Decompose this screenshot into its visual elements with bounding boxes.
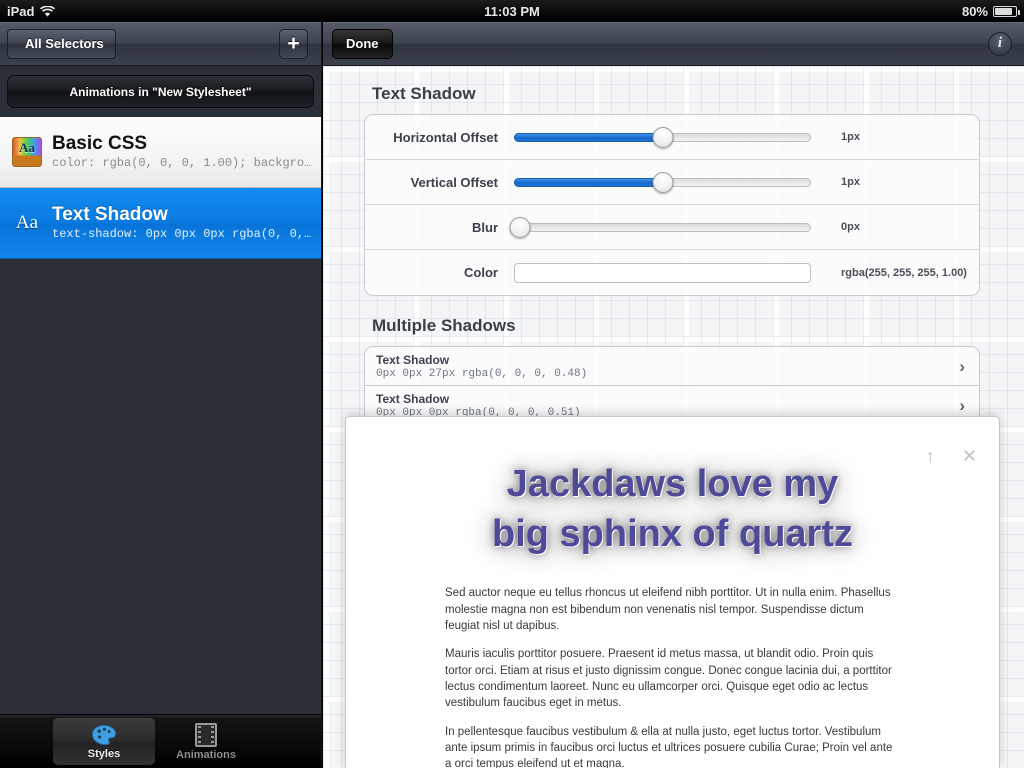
preview-heading-line-1: Jackdaws love my [506,463,839,505]
vertical-offset-row: Vertical Offset 1px [365,160,979,205]
left-navigation-bar: All Selectors + [0,22,322,66]
preview-paragraph: Mauris iaculis porttitor posuere. Praese… [445,648,892,710]
horizontal-offset-label: Horizontal Offset [393,129,498,145]
preview-paragraph: Sed auctor neque eu tellus rhoncus ut el… [445,587,891,632]
slider-track [514,222,811,232]
color-label: Color [464,265,498,280]
serif-aa-icon: Aa [12,208,42,238]
horizontal-offset-row: Horizontal Offset 1px [365,115,979,160]
sidebar-item-text-shadow[interactable]: Aa Text Shadow text-shadow: 0px 0px 0px … [0,188,321,259]
shadow-list-item-title: Text Shadow [376,352,450,367]
sidebar-item-subtitle: color: rgba(0, 0, 0, 1.00); backgro… [52,156,312,171]
shadow-list-item-title: Text Shadow [376,392,450,406]
shadow-list-item[interactable]: Text Shadow 0px 0px 27px rgba(0, 0, 0, 0… [365,347,979,386]
multiple-shadows-panel: Text Shadow 0px 0px 27px rgba(0, 0, 0, 0… [364,346,980,426]
sidebar-item-text: Basic CSS color: rgba(0, 0, 0, 1.00); ba… [52,132,321,171]
bottom-tab-bar: Styles Animations [0,714,322,768]
selector-sidebar: Animations in "New Stylesheet" Aa Basic … [0,66,322,714]
chevron-right-icon: › [959,396,965,415]
preview-paragraph: In pellentesque faucibus vestibulum & el… [445,725,893,768]
shadow-list-item-text: Text Shadow 0px 0px 27px rgba(0, 0, 0, 0… [376,353,587,380]
status-bar: iPad 11:03 PM 80% [0,0,1024,22]
tab-animations[interactable]: Animations [155,718,257,765]
shadow-list-item-subtitle: 0px 0px 27px rgba(0, 0, 0, 0.48) [376,367,588,380]
multiple-shadows-section-title: Multiple Shadows [372,316,516,335]
blur-value: 0px [841,221,860,233]
blur-slider[interactable] [509,216,811,238]
tab-animations-label: Animations [176,748,236,761]
preview-toolbar: ↑ ✕ [926,447,977,465]
right-navigation-bar: Done i [323,22,1024,66]
vertical-offset-label: Vertical Offset [410,174,498,190]
shadow-list-item-text: Text Shadow 0px 0px 0px rgba(0, 0, 0, 0.… [376,392,581,419]
horizontal-offset-slider[interactable] [514,126,811,148]
film-strip-icon [195,722,217,747]
info-icon[interactable]: i [988,31,1012,56]
blur-label: Blur [472,219,498,235]
text-shadow-section-title: Text Shadow [372,84,476,103]
battery-icon [993,5,1020,17]
tab-styles-label: Styles [87,747,121,760]
status-bar-right: 80% [961,3,1020,19]
sidebar-item-title: Basic CSS [52,133,148,155]
ipad-screen: iPad 11:03 PM 80% All Selectors + Done i… [0,0,1024,768]
add-selector-button[interactable]: + [279,28,308,59]
done-button[interactable]: Done [332,28,393,59]
sidebar-item-title: Text Shadow [52,204,168,226]
slider-knob[interactable] [509,216,531,238]
sidebar-item-basic-css[interactable]: Aa Basic CSS color: rgba(0, 0, 0, 1.00);… [0,117,321,188]
tab-styles[interactable]: Styles [53,718,155,765]
color-swatch-field[interactable] [514,262,811,283]
battery-percent: 80% [961,3,988,19]
preview-heading: Jackdaws love my big sphinx of quartz [346,459,999,559]
clock: 11:03 PM [484,3,540,19]
serif-aa-icon-label: Aa [15,212,39,233]
slider-knob[interactable] [652,126,673,148]
preview-body: Sed auctor neque eu tellus rhoncus ut el… [445,585,898,768]
chevron-right-icon: › [959,356,965,376]
color-value: rgba(255, 255, 255, 1.00) [841,266,967,279]
text-shadow-panel: Horizontal Offset 1px Vertical Offset 1p… [364,114,980,296]
sidebar-header: Animations in "New Stylesheet" [7,75,314,108]
vertical-offset-value: 1px [841,176,860,188]
up-arrow-icon[interactable]: ↑ [926,447,935,465]
vertical-offset-slider[interactable] [514,171,811,193]
rainbow-aa-icon-label: Aa [19,140,35,155]
preview-panel: ↑ ✕ Jackdaws love my big sphinx of quart… [345,416,1000,768]
rainbow-aa-icon: Aa [12,137,42,167]
palette-icon [91,724,117,746]
slider-knob[interactable] [652,171,673,193]
sidebar-item-subtitle: text-shadow: 0px 0px 0px rgba(0, 0,… [52,227,312,242]
close-icon[interactable]: ✕ [962,447,977,465]
color-row: Color rgba(255, 255, 255, 1.00) [365,250,979,295]
slider-fill [514,177,663,187]
sidebar-item-text: Text Shadow text-shadow: 0px 0px 0px rgb… [52,203,321,242]
preview-heading-line-2: big sphinx of quartz [492,513,853,556]
blur-row: Blur 0px [365,205,979,250]
all-selectors-back-button[interactable]: All Selectors [7,28,116,59]
slider-fill [514,132,663,142]
horizontal-offset-value: 1px [841,131,860,143]
